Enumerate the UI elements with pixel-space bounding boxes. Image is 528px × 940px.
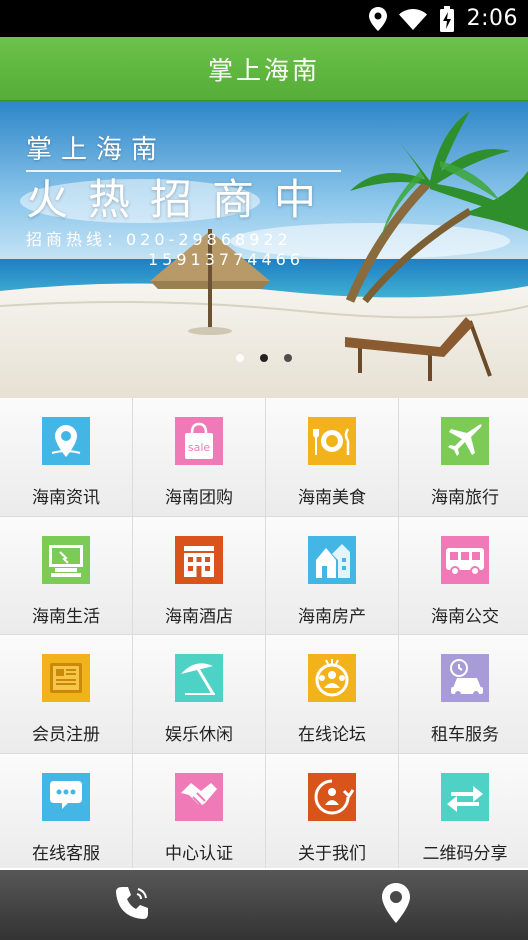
banner-slogan: 火热招商中	[26, 175, 337, 224]
chat-icon	[42, 772, 90, 821]
grid-item-news[interactable]: 海南资讯	[0, 398, 132, 516]
car-rental-icon	[441, 654, 489, 702]
grid-item-travel[interactable]: 海南旅行	[399, 398, 528, 516]
grid-item-carrental[interactable]: 租车服务	[399, 635, 528, 753]
grid-item-certification[interactable]: 中心认证	[133, 753, 265, 871]
grid-item-groupbuy[interactable]: sale 海南团购	[133, 398, 265, 516]
feature-grid: 海南资讯 sale 海南团购 海南美食 海南旅行 海南生活 海南酒店 海南房产 …	[0, 398, 528, 871]
grid-item-hotel[interactable]: 海南酒店	[133, 516, 265, 634]
call-button[interactable]	[0, 870, 264, 940]
plate-cutlery-icon	[308, 417, 356, 465]
grid-item-label: 海南团购	[165, 488, 233, 508]
carousel-dots	[236, 354, 292, 362]
map-pin-icon	[42, 417, 90, 465]
grid-item-forum[interactable]: 在线论坛	[266, 635, 398, 753]
grid-item-about[interactable]: 关于我们	[266, 753, 398, 871]
grid-item-food[interactable]: 海南美食	[266, 398, 398, 516]
banner-divider	[26, 170, 341, 172]
status-time: 2:06	[466, 6, 518, 31]
banner-brand: 掌上海南	[26, 135, 167, 165]
bus-icon	[441, 535, 489, 584]
grid-item-label: 中心认证	[165, 843, 233, 864]
house-icon	[308, 535, 356, 584]
location-icon	[368, 6, 387, 31]
grid-item-label: 海南生活	[32, 606, 100, 627]
handshake-icon	[175, 772, 223, 821]
battery-icon	[439, 5, 455, 32]
bottom-toolbar	[0, 868, 528, 940]
banner-hotline-mobile: 15913774466	[148, 250, 304, 269]
location-button[interactable]	[264, 870, 528, 940]
grid-item-register[interactable]: 会员注册	[0, 635, 132, 753]
grid-item-label: 海南资讯	[32, 488, 100, 508]
grid-item-support[interactable]: 在线客服	[0, 753, 132, 871]
hotel-icon	[175, 535, 223, 584]
airplane-icon	[441, 417, 489, 465]
share-arrows-icon	[441, 772, 489, 821]
grid-item-life[interactable]: 海南生活	[0, 516, 132, 634]
about-us-icon	[308, 772, 356, 821]
grid-item-label: 会员注册	[32, 725, 100, 745]
grid-item-label: 海南房产	[298, 606, 366, 627]
grid-item-bus[interactable]: 海南公交	[399, 516, 528, 634]
grid-item-label: 娱乐休闲	[165, 725, 233, 745]
carousel-dot-active[interactable]	[260, 354, 268, 362]
page-title: 掌上海南	[207, 55, 320, 85]
banner-hotline: 招商热线：020-29868922	[26, 230, 292, 249]
svg-text:sale: sale	[188, 441, 211, 454]
carousel-dot[interactable]	[284, 354, 292, 362]
grid-item-label: 海南美食	[298, 488, 366, 508]
carousel-dot[interactable]	[236, 354, 244, 362]
phone-icon	[112, 883, 152, 927]
location-icon	[381, 882, 411, 928]
grid-item-label: 海南旅行	[431, 488, 499, 508]
newspaper-icon	[42, 654, 90, 702]
computer-icon	[42, 535, 90, 584]
grid-item-label: 在线论坛	[298, 725, 366, 745]
banner-carousel[interactable]: 掌上海南 火热招商中 招商热线：020-29868922 15913774466	[0, 101, 528, 398]
banner-text: 掌上海南 火热招商中 招商热线：020-29868922 15913774466	[26, 129, 341, 269]
grid-item-label: 在线客服	[32, 843, 100, 864]
grid-item-qrshare[interactable]: 二维码分享	[399, 753, 528, 871]
grid-item-label: 租车服务	[431, 725, 499, 745]
app-header: 掌上海南	[0, 37, 528, 101]
status-bar: 2:06	[0, 0, 528, 37]
sale-bag-icon: sale	[175, 417, 223, 465]
grid-item-label: 关于我们	[298, 843, 366, 864]
grid-item-realestate[interactable]: 海南房产	[266, 516, 398, 634]
grid-item-leisure[interactable]: 娱乐休闲	[133, 635, 265, 753]
forum-icon	[308, 654, 356, 702]
umbrella-icon	[175, 654, 223, 702]
wifi-icon	[398, 7, 427, 31]
grid-item-label: 二维码分享	[422, 843, 508, 864]
grid-item-label: 海南酒店	[165, 606, 233, 627]
grid-item-label: 海南公交	[431, 606, 499, 627]
